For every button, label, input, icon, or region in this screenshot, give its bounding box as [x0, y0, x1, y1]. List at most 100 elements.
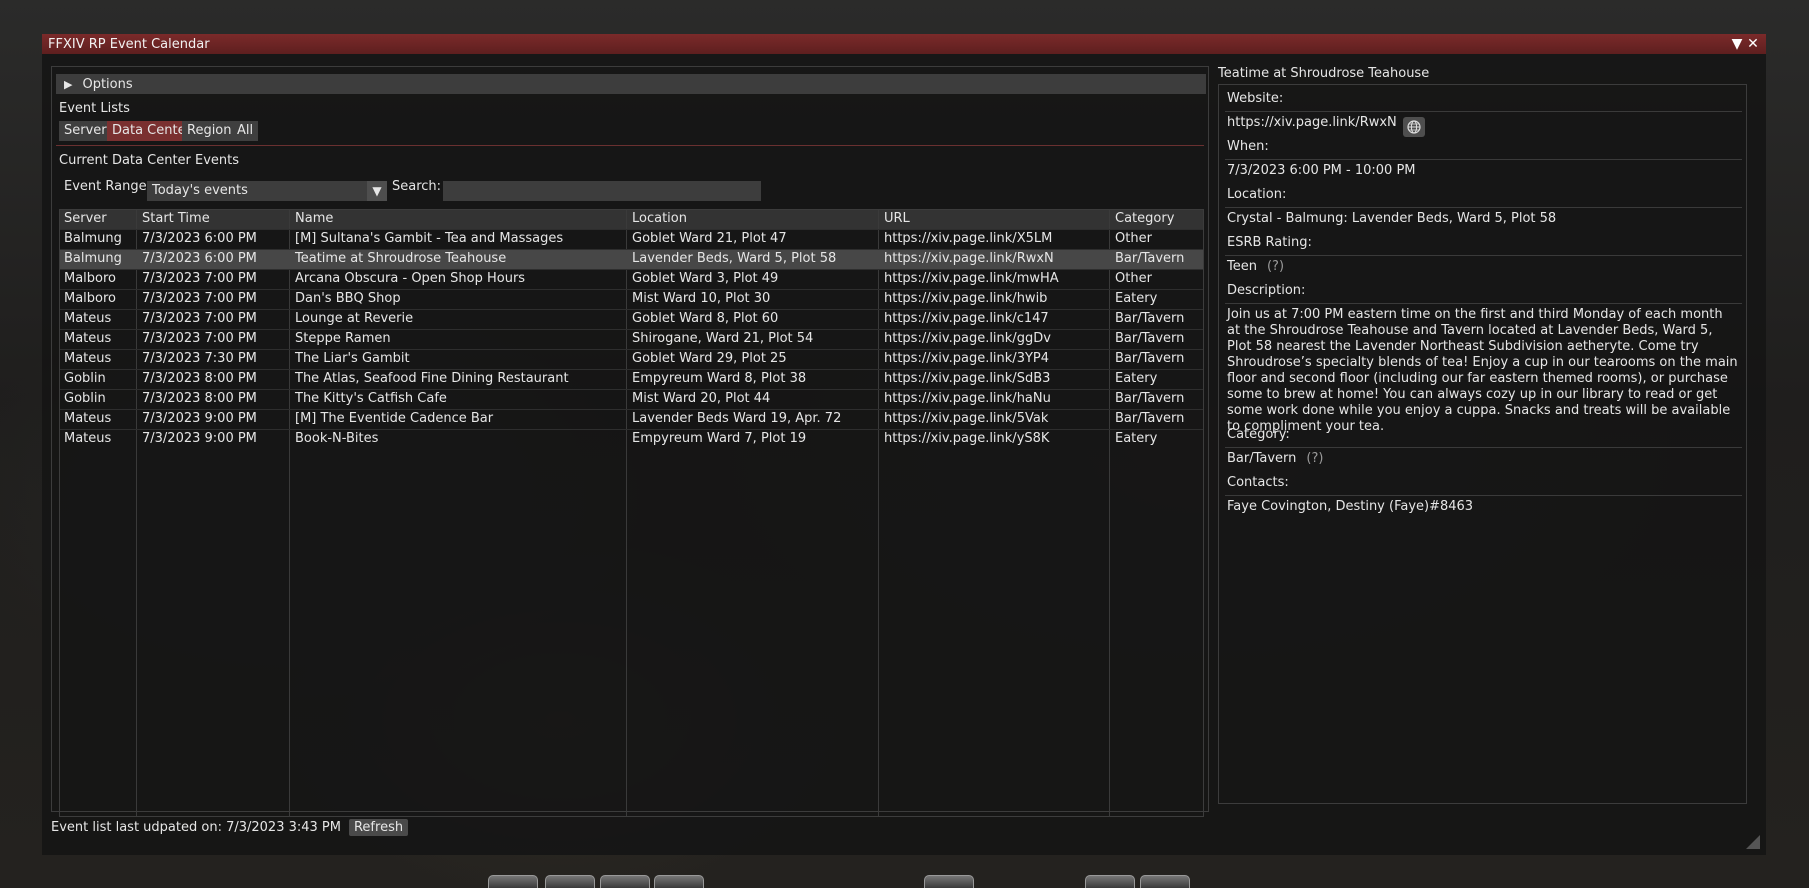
cell-name: The Liar's Gambit [295, 351, 410, 366]
column-header-server[interactable]: Server [64, 210, 107, 229]
search-input[interactable] [443, 181, 761, 201]
hotbar-slot[interactable] [1085, 875, 1135, 888]
collapse-icon[interactable]: ▼ [1730, 36, 1744, 52]
cell-location: Mist Ward 10, Plot 30 [632, 291, 771, 306]
hotbar-slot[interactable] [924, 875, 974, 888]
tab-region[interactable]: Region [182, 121, 237, 141]
cell-url: https://xiv.page.link/RwxN [884, 251, 1054, 266]
hotbar-slot[interactable] [1140, 875, 1190, 888]
cell-url: https://xiv.page.link/ggDv [884, 331, 1051, 346]
cell-server: Mateus [64, 311, 112, 326]
category-row: Bar/Tavern (?) [1227, 451, 1323, 466]
table-row[interactable]: Mateus 7/3/2023 7:00 PM Steppe Ramen Shirog… [60, 329, 1203, 350]
esrb-help[interactable]: (?) [1267, 259, 1284, 274]
cell-server: Balmung [64, 251, 122, 266]
cell-url: https://xiv.page.link/yS8K [884, 431, 1050, 446]
location-label: Location: [1227, 187, 1287, 202]
cell-server: Goblin [64, 371, 106, 386]
column-header-start-time[interactable]: Start Time [142, 210, 210, 229]
divider [56, 145, 1204, 146]
cell-server: Balmung [64, 231, 122, 246]
hotbar-slot[interactable] [545, 875, 595, 888]
cell-location: Shirogane, Ward 21, Plot 54 [632, 331, 814, 346]
cell-server: Malboro [64, 271, 117, 286]
cell-name: Book-N-Bites [295, 431, 379, 446]
cell-server: Mateus [64, 351, 112, 366]
cell-name: Arcana Obscura - Open Shop Hours [295, 271, 526, 286]
hotbar-slot[interactable] [654, 875, 704, 888]
cell-server: Goblin [64, 391, 106, 406]
hotbar-slot[interactable] [488, 875, 538, 888]
table-row[interactable]: Mateus 7/3/2023 7:30 PM The Liar's Gambit G… [60, 349, 1203, 370]
tab-server[interactable]: Server [59, 121, 112, 141]
cell-location: Mist Ward 20, Plot 44 [632, 391, 771, 406]
cell-url: https://xiv.page.link/mwHA [884, 271, 1059, 286]
cell-category: Eatery [1115, 371, 1158, 386]
description-text: Join us at 7:00 PM eastern time on the f… [1227, 307, 1738, 434]
cell-start-time: 7/3/2023 9:00 PM [142, 431, 257, 446]
cell-start-time: 7/3/2023 9:00 PM [142, 411, 257, 426]
cell-start-time: 7/3/2023 7:00 PM [142, 331, 257, 346]
table-row[interactable]: Goblin 7/3/2023 8:00 PM The Atlas, Seafood… [60, 369, 1203, 390]
options-header[interactable]: ▶ Options [56, 74, 1206, 94]
cell-location: Goblet Ward 8, Plot 60 [632, 311, 779, 326]
cell-start-time: 7/3/2023 7:00 PM [142, 291, 257, 306]
website-url[interactable]: https://xiv.page.link/RwxN [1227, 115, 1397, 130]
table-row[interactable]: Goblin 7/3/2023 8:00 PM The Kitty's Catfis… [60, 389, 1203, 410]
table-row[interactable]: Mateus 7/3/2023 9:00 PM [M] The Eventide C… [60, 409, 1203, 430]
cell-start-time: 7/3/2023 7:00 PM [142, 311, 257, 326]
cell-category: Bar/Tavern [1115, 331, 1185, 346]
search-label: Search: [392, 179, 442, 194]
window-title: FFXIV RP Event Calendar [48, 36, 210, 52]
cell-url: https://xiv.page.link/3YP4 [884, 351, 1050, 366]
hotbar-slot[interactable] [600, 875, 650, 888]
cell-category: Bar/Tavern [1115, 351, 1185, 366]
esrb-label: ESRB Rating: [1227, 235, 1312, 250]
cell-category: Eatery [1115, 431, 1158, 446]
resize-grip[interactable] [1746, 835, 1760, 849]
table-row[interactable]: Balmung 7/3/2023 6:00 PM Teatime at Shroud… [60, 249, 1203, 270]
cell-category: Other [1115, 271, 1152, 286]
cell-category: Eatery [1115, 291, 1158, 306]
cell-server: Mateus [64, 411, 112, 426]
category-help[interactable]: (?) [1306, 451, 1323, 466]
cell-name: The Kitty's Catfish Cafe [295, 391, 447, 406]
detail-box: Website: https://xiv.page.link/RwxN When… [1218, 84, 1747, 804]
divider [1225, 303, 1742, 304]
title-bar[interactable]: FFXIV RP Event Calendar ▼ ✕ [42, 34, 1766, 54]
table-row[interactable]: Balmung 7/3/2023 6:00 PM [M] Sultana's Gam… [60, 229, 1203, 250]
column-header-name[interactable]: Name [295, 210, 333, 229]
divider [1225, 447, 1742, 448]
table-row[interactable]: Malboro 7/3/2023 7:00 PM Arcana Obscura - … [60, 269, 1203, 290]
events-table: Server Start Time Name Location URL Cate… [59, 209, 1204, 817]
cell-location: Goblet Ward 29, Plot 25 [632, 351, 787, 366]
column-header-location[interactable]: Location [632, 210, 687, 229]
current-events-heading: Current Data Center Events [59, 153, 240, 168]
cell-category: Bar/Tavern [1115, 251, 1185, 266]
column-header-url[interactable]: URL [884, 210, 910, 229]
cell-server: Mateus [64, 431, 112, 446]
last-updated-text: Event list last udpated on: 7/3/2023 3:4… [51, 820, 341, 835]
description-label: Description: [1227, 283, 1306, 298]
cell-name: [M] Sultana's Gambit - Tea and Massages [295, 231, 564, 246]
table-row[interactable]: Mateus 7/3/2023 9:00 PM Book-N-Bites Empyre… [60, 429, 1203, 450]
cell-start-time: 7/3/2023 8:00 PM [142, 371, 257, 386]
cell-start-time: 7/3/2023 7:00 PM [142, 271, 257, 286]
cell-location: Empyreum Ward 8, Plot 38 [632, 371, 807, 386]
column-header-category[interactable]: Category [1115, 210, 1174, 229]
tab-all[interactable]: All [232, 121, 259, 141]
esrb-row: Teen (?) [1227, 259, 1284, 274]
refresh-button[interactable]: Refresh [348, 819, 409, 836]
cell-category: Bar/Tavern [1115, 391, 1185, 406]
table-row[interactable]: Malboro 7/3/2023 7:00 PM Dan's BBQ Shop Mis… [60, 289, 1203, 310]
close-icon[interactable]: ✕ [1746, 36, 1760, 52]
when-value: 7/3/2023 6:00 PM - 10:00 PM [1227, 163, 1416, 178]
event-range-value: Today's events [152, 183, 248, 198]
divider [1225, 111, 1742, 112]
event-range-select[interactable]: Today's events ▼ [147, 181, 387, 201]
category-value: Bar/Tavern [1227, 451, 1297, 466]
table-row[interactable]: Mateus 7/3/2023 7:00 PM Lounge at Reverie G… [60, 309, 1203, 330]
cell-name: The Atlas, Seafood Fine Dining Restauran… [295, 371, 569, 386]
globe-icon[interactable] [1403, 117, 1425, 137]
cell-name: Dan's BBQ Shop [295, 291, 401, 306]
